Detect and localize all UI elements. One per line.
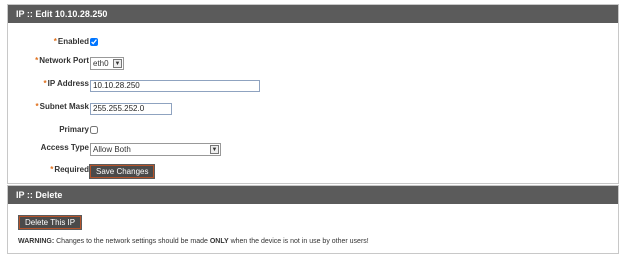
access-type-label: Access Type xyxy=(40,143,89,152)
ip-address-field: 10.10.28.250 xyxy=(90,80,260,92)
network-port-field: eth0 ▼ xyxy=(90,57,124,70)
save-field: Save Changes xyxy=(88,164,156,179)
required-marker: * xyxy=(53,37,57,46)
primary-checkbox[interactable] xyxy=(90,126,98,134)
access-type-row: Access Type Allow Both ▼ xyxy=(8,141,618,157)
access-type-field: Allow Both ▼ xyxy=(90,143,221,156)
ip-address-row: *IP Address 10.10.28.250 xyxy=(8,77,618,93)
save-changes-button[interactable]: Save Changes xyxy=(88,164,156,179)
subnet-mask-label: *Subnet Mask xyxy=(35,102,89,111)
network-port-select[interactable]: eth0 ▼ xyxy=(90,57,124,70)
access-type-select[interactable]: Allow Both ▼ xyxy=(90,143,221,156)
edit-ip-panel: IP :: Edit 10.10.28.250 *Enabled *Networ… xyxy=(7,4,619,184)
required-marker: * xyxy=(35,102,39,111)
warning-message: WARNING: Changes to the network settings… xyxy=(18,238,369,245)
required-note: *Required xyxy=(50,165,89,174)
chevron-down-icon: ▼ xyxy=(113,59,122,68)
subnet-mask-row: *Subnet Mask 255.255.252.0 xyxy=(8,100,618,116)
primary-field xyxy=(90,123,98,134)
enabled-checkbox[interactable] xyxy=(90,38,98,46)
network-port-label: *Network Port xyxy=(35,56,89,65)
required-row: *Required Save Changes xyxy=(8,163,618,179)
chevron-down-icon: ▼ xyxy=(210,145,219,154)
primary-row: Primary xyxy=(8,123,618,139)
primary-label: Primary xyxy=(59,125,89,134)
enabled-field xyxy=(90,35,98,46)
delete-panel-title: IP :: Delete xyxy=(8,186,618,204)
delete-ip-panel: IP :: Delete Delete This IP WARNING: Cha… xyxy=(7,185,619,254)
enabled-row: *Enabled xyxy=(8,35,618,51)
required-marker: * xyxy=(43,79,47,88)
subnet-mask-field: 255.255.252.0 xyxy=(90,103,172,115)
subnet-mask-input[interactable]: 255.255.252.0 xyxy=(90,103,172,115)
enabled-label: *Enabled xyxy=(53,37,89,46)
network-port-row: *Network Port eth0 ▼ xyxy=(8,54,618,70)
required-marker: * xyxy=(35,56,39,65)
required-marker: * xyxy=(50,165,54,174)
ip-address-input[interactable]: 10.10.28.250 xyxy=(90,80,260,92)
ip-address-label: *IP Address xyxy=(43,79,89,88)
edit-panel-title: IP :: Edit 10.10.28.250 xyxy=(8,5,618,23)
delete-ip-button[interactable]: Delete This IP xyxy=(17,215,83,230)
